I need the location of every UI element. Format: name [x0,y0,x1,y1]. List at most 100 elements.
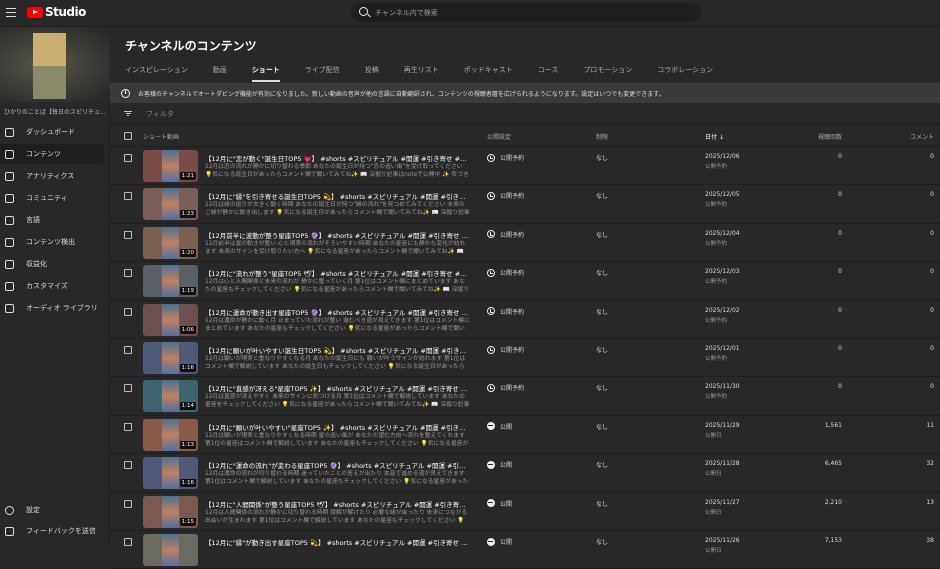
tab-6[interactable]: ポッドキャスト [464,65,513,82]
visibility-select[interactable]: 公開 [487,460,512,469]
row-checkbox[interactable] [124,499,132,508]
sidebar-item-feedback[interactable]: フィードバックを送信 [0,521,104,541]
search-input[interactable] [375,5,675,20]
row-checkbox[interactable] [124,307,132,316]
sidebar-item-community[interactable]: コミュニティ [0,188,104,208]
video-description: 12月は運命が静かに動く月 止まっていた流れが整い 進むべき道が見えてきます 第… [205,317,470,332]
sidebar-item-content[interactable]: コンテンツ [0,144,104,164]
video-thumbnail[interactable] [143,534,198,566]
row-checkbox[interactable] [124,346,132,354]
table-row[interactable]: 1:21 【12月に"恋が動く"誕生日TOP5 💗】 #shorts #スピリチ… [110,147,940,186]
sidebar-item-copyright[interactable]: コンテンツ検出 [0,232,104,252]
tab-9[interactable]: コラボレーション [657,65,713,82]
table-row[interactable]: 1:13 【12月に"願いが叶いやすい"星座TOP5 ✨】 #shorts #ス… [110,416,940,455]
studio-logo-text[interactable]: Studio [45,5,86,19]
table-row[interactable]: 1:16 【12月に願いが叶いやすい誕生日TOP5 💫】 #shorts #スピ… [110,339,940,378]
video-thumbnail[interactable]: 1:14 [143,380,198,413]
visibility-select[interactable]: 公開予約 [487,345,524,354]
row-checkbox[interactable] [124,461,132,470]
menu-icon[interactable] [6,8,16,17]
visibility-select[interactable]: 公開 [487,422,512,431]
sidebar-item-customize[interactable]: カスタマイズ [0,276,104,296]
visibility-select[interactable]: 公開予約 [487,153,524,162]
select-all-checkbox[interactable] [124,132,132,140]
video-thumbnail[interactable]: 1:13 [143,418,198,451]
row-checkbox[interactable] [124,230,132,239]
table-row[interactable]: 1:16 【12月に"運命の流れ"が変わる星座TOP5 🔮】 #shorts #… [110,454,940,493]
video-thumbnail[interactable]: 1:15 [143,495,198,528]
video-title[interactable]: 【12月に"縁"が動き出す星座TOP5 💫】 #shorts #スピリチュアル … [205,537,470,547]
column-date[interactable]: 日付 ↓ [705,132,724,141]
row-checkbox[interactable] [124,422,132,431]
visibility-select[interactable]: 公開予約 [487,383,524,392]
tab-2[interactable]: ショート [251,65,280,82]
visibility-select[interactable]: 公開予約 [487,191,524,200]
sidebar-item-language[interactable]: 言語 [0,210,104,230]
search-box[interactable] [351,3,701,22]
video-title[interactable]: 【12月に"願いが叶いやすい"星座TOP5 ✨】 #shorts #スピリチュア… [205,422,470,432]
tab-0[interactable]: インスピレーション [125,65,188,82]
video-thumbnail[interactable]: 1:19 [143,265,198,298]
table-row[interactable]: 1:06 【12月に運命が動き出す星座TOP5 🔮】 #shorts #スピリチ… [110,301,940,339]
tab-4[interactable]: 投稿 [365,65,379,82]
sidebar-item-analytics[interactable]: アナリティクス [0,166,104,186]
tab-1[interactable]: 動画 [213,65,227,82]
video-title[interactable]: 【12月に"人間関係"が整う星座TOP5 🕊】 #shorts #スピリチュアル… [205,499,470,509]
visibility-select[interactable]: 公開 [487,537,512,546]
duration-badge: 1:23 [179,210,196,219]
video-title[interactable]: 【12月前半に波動が整う星座TOP5 🔮】 #shorts #スピリチュアル #… [205,230,470,240]
tab-5[interactable]: 再生リスト [404,65,439,82]
row-checkbox[interactable] [124,192,132,201]
clock-icon [487,307,495,316]
row-checkbox[interactable] [124,154,132,162]
video-thumbnail[interactable]: 1:16 [143,457,198,490]
table-row[interactable]: 1:23 【12月に"縁"を引き寄せる誕生日TOP5 💫】 #shorts #ス… [110,185,940,224]
sidebar-item-audio-library[interactable]: オーディオ ライブラリ [0,298,104,318]
video-title[interactable]: 【12月に願いが叶いやすい誕生日TOP5 💫】 #shorts #スピリチュアル… [205,345,470,355]
table-row[interactable]: 1:19 【12月に"流れが整う"星座TOP5 🕊】 #shorts #スピリチ… [110,262,940,301]
channel-avatar[interactable] [0,27,110,102]
visibility-select[interactable]: 公開予約 [487,268,524,277]
video-thumbnail[interactable]: 1:21 [143,150,198,182]
dashboard-icon [5,127,14,137]
table-row[interactable]: 【12月に"縁"が動き出す星座TOP5 💫】 #shorts #スピリチュアル … [110,531,940,569]
video-thumbnail[interactable]: 1:16 [143,342,198,374]
row-checkbox[interactable] [124,538,132,546]
sidebar-item-dashboard[interactable]: ダッシュボード [0,122,104,142]
tab-8[interactable]: プロモーション [583,65,632,82]
video-title[interactable]: 【12月に"直感が冴える"星座TOP5 ✨】 #shorts #スピリチュアル … [205,383,470,393]
table-row[interactable]: 1:20 【12月前半に波動が整う星座TOP5 🔮】 #shorts #スピリチ… [110,224,940,263]
video-description: 12月は心と人間関係と未来の流れが 静かに整っていく月 第1位はコメント欄にまと… [205,279,470,294]
visibility-select[interactable]: 公開予約 [487,230,524,239]
video-title[interactable]: 【12月に"流れが整う"星座TOP5 🕊】 #shorts #スピリチュアル #… [205,268,470,278]
clock-icon [487,230,495,239]
tab-7[interactable]: コース [538,65,559,82]
table-row[interactable]: 1:15 【12月に"人間関係"が整う星座TOP5 🕊】 #shorts #スピ… [110,493,940,531]
video-title[interactable]: 【12月に"恋が動く"誕生日TOP5 💗】 #shorts #スピリチュアル #… [205,153,470,163]
search-icon[interactable] [359,7,368,16]
video-thumbnail[interactable]: 1:20 [143,226,198,259]
video-title[interactable]: 【12月に"運命の流れ"が変わる星座TOP5 🔮】 #shorts #スピリチュ… [205,460,470,470]
visibility-select[interactable]: 公開予約 [487,307,524,316]
visibility-select[interactable]: 公開 [487,499,512,508]
video-thumbnail[interactable]: 1:06 [143,303,198,336]
video-thumbnail[interactable]: 1:23 [143,188,198,221]
video-title[interactable]: 【12月に運命が動き出す星座TOP5 🔮】 #shorts #スピリチュアル #… [205,307,470,317]
video-title[interactable]: 【12月に"縁"を引き寄せる誕生日TOP5 💫】 #shorts #スピリチュア… [205,191,470,201]
filter-input[interactable]: フィルタ [146,109,174,119]
date-value: 2025/12/06 [705,153,740,160]
sidebar-item-monetization[interactable]: 収益化 [0,254,104,274]
column-restrictions: 制限 [596,134,609,141]
sidebar-item-settings[interactable]: 設定 [0,500,104,520]
tab-3[interactable]: ライブ配信 [305,65,340,82]
youtube-logo-icon[interactable] [27,7,43,18]
table-row[interactable]: 1:14 【12月に"直感が冴える"星座TOP5 ✨】 #shorts #スピリ… [110,377,940,416]
filter-icon[interactable] [124,110,132,117]
audio-library-icon [5,303,14,313]
analytics-icon [5,171,14,181]
row-checkbox[interactable] [124,384,132,393]
column-views: 視聴回数 [817,134,842,141]
filter-bar[interactable]: フィルタ [110,103,940,125]
row-checkbox[interactable] [124,269,132,278]
date-status: 公開予約 [705,164,728,170]
